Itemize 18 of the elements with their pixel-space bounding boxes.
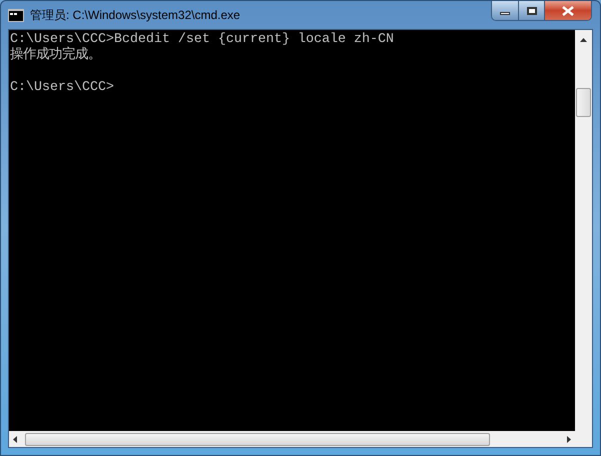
minimize-icon bbox=[500, 12, 510, 15]
console-icon bbox=[8, 8, 24, 22]
maximize-button[interactable] bbox=[519, 1, 545, 20]
scroll-thumb[interactable] bbox=[25, 432, 490, 446]
scroll-right-icon[interactable] bbox=[567, 436, 571, 442]
scroll-left-icon[interactable] bbox=[13, 436, 17, 442]
horizontal-scrollbar[interactable] bbox=[9, 431, 592, 447]
minimize-button[interactable] bbox=[492, 1, 519, 20]
scroll-up-icon[interactable] bbox=[580, 38, 587, 42]
console-line: 操作成功完成。 bbox=[10, 48, 101, 63]
scroll-thumb[interactable] bbox=[576, 88, 591, 117]
console-line: C:\Users\CCC>Bcdedit /set {current} locale zh-CN bbox=[10, 32, 394, 47]
close-button[interactable] bbox=[545, 1, 591, 20]
maximize-icon bbox=[526, 6, 536, 14]
window-title: 管理员: C:\Windows\system32\cmd.exe bbox=[30, 7, 240, 24]
vertical-scrollbar[interactable] bbox=[575, 30, 592, 431]
console-line: C:\Users\CCC> bbox=[10, 80, 114, 95]
close-icon bbox=[562, 6, 574, 16]
